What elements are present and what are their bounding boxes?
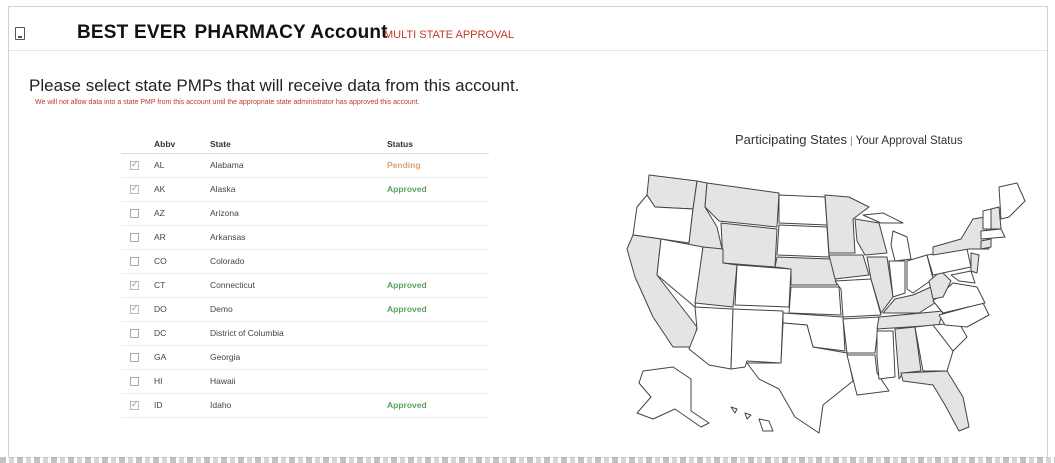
state-nh — [990, 206, 1002, 230]
map-title-sub[interactable]: Your Approval Status — [856, 135, 963, 147]
state-checkbox[interactable] — [130, 399, 139, 410]
state-name: Hawaii — [210, 376, 236, 386]
state-name: Georgia — [210, 352, 241, 362]
state-abbv: AR — [154, 232, 166, 242]
table-body: AL Alabama Pending AK Alaska Approved AZ Arizon… — [121, 154, 489, 418]
state-checkbox[interactable] — [130, 257, 139, 266]
table-row: DC District of Columbia — [121, 322, 489, 346]
state-status: Approved — [387, 184, 427, 194]
state-checkbox[interactable] — [130, 329, 139, 338]
state-checkbox[interactable] — [130, 353, 139, 362]
state-ak — [636, 366, 710, 428]
state-status: Approved — [387, 304, 427, 314]
state-abbv: HI — [154, 376, 163, 386]
map-title-main: Participating States — [735, 132, 848, 147]
state-ma — [980, 228, 1006, 240]
table-row: AR Arkansas — [121, 226, 489, 250]
state-mt — [704, 182, 780, 228]
state-me — [998, 182, 1026, 220]
state-name: Alabama — [210, 160, 244, 170]
state-abbv: CT — [154, 280, 166, 290]
state-checkbox[interactable] — [130, 159, 139, 170]
us-states-map — [626, 174, 1026, 434]
state-name: Idaho — [210, 400, 232, 410]
state-abbv: AL — [154, 160, 165, 170]
table-row: CO Colorado — [121, 250, 489, 274]
col-abbv-header: Abbv — [154, 139, 176, 149]
state-fl — [900, 370, 970, 432]
state-nm — [730, 308, 784, 370]
state-abbv: GA — [154, 352, 167, 362]
state-checkbox[interactable] — [130, 303, 139, 314]
state-wi — [854, 218, 888, 256]
map-title-separator: | — [850, 136, 853, 147]
table-header: Abbv State Status — [121, 133, 489, 154]
table-row: AL Alabama Pending — [121, 154, 489, 178]
map-title: Participating States | Your Approval Statu… — [735, 132, 963, 147]
state-checkbox[interactable] — [130, 183, 139, 194]
state-name: Arizona — [210, 208, 239, 218]
table-row: AZ Arizona — [121, 202, 489, 226]
state-hi — [730, 406, 774, 432]
state-abbv: AZ — [154, 208, 165, 218]
col-status-header: Status — [387, 139, 413, 149]
table-row: AK Alaska Approved — [121, 178, 489, 202]
state-ms — [876, 330, 896, 380]
table-row: ID Idaho Approved — [121, 394, 489, 418]
state-abbv: CO — [154, 256, 167, 266]
state-az — [688, 306, 734, 370]
tablet-icon — [15, 27, 25, 40]
state-abbv: ID — [154, 400, 163, 410]
state-checkbox[interactable] — [130, 233, 139, 242]
title-main: PHARMACY Account — [194, 22, 388, 43]
state-wa — [646, 174, 698, 210]
state-ia — [828, 254, 870, 280]
state-name: Colorado — [210, 256, 245, 266]
state-name: Connecticut — [210, 280, 255, 290]
state-ar — [842, 316, 880, 354]
state-abbv: DC — [154, 328, 167, 338]
state-status: Pending — [387, 160, 421, 170]
table-row: GA Georgia — [121, 346, 489, 370]
state-checkbox[interactable] — [130, 377, 139, 386]
state-name: Demo — [210, 304, 233, 314]
selection-prompt: Please select state PMPs that will recei… — [29, 76, 520, 95]
state-mi — [890, 230, 912, 262]
state-checkbox[interactable] — [130, 209, 139, 218]
state-abbv: DO — [154, 304, 167, 314]
state-sd — [776, 224, 830, 258]
state-table: Abbv State Status AL Alabama Pending AK Alas… — [121, 133, 489, 418]
state-checkbox[interactable] — [130, 279, 139, 290]
approval-note: We will not allow data into a state PMP … — [35, 99, 420, 106]
state-status: Approved — [387, 280, 427, 290]
state-md — [950, 270, 976, 284]
page-header: BEST EVER PHARMACY Account MULTI STATE AP… — [9, 7, 1047, 51]
col-state-header: State — [210, 139, 231, 149]
title-prefix: BEST EVER — [77, 22, 187, 43]
state-name: Arkansas — [210, 232, 246, 242]
state-status: Approved — [387, 400, 427, 410]
state-vt — [982, 208, 992, 230]
page-title: BEST EVER PHARMACY Account — [77, 22, 388, 44]
state-wy — [720, 222, 778, 268]
state-name: Alaska — [210, 184, 236, 194]
header-divider — [9, 50, 1047, 51]
truncated-footer-text — [0, 457, 1055, 463]
state-name: District of Columbia — [210, 328, 284, 338]
page-subtitle: MULTI STATE APPROVAL — [384, 29, 514, 41]
state-ct — [980, 238, 992, 250]
table-row: HI Hawaii — [121, 370, 489, 394]
state-nd — [778, 194, 828, 226]
state-nj — [970, 252, 980, 274]
state-abbv: AK — [154, 184, 166, 194]
state-co — [734, 264, 792, 308]
state-ks — [788, 286, 842, 316]
table-row: DO Demo Approved — [121, 298, 489, 322]
account-panel: BEST EVER PHARMACY Account MULTI STATE AP… — [8, 6, 1048, 458]
table-row: CT Connecticut Approved — [121, 274, 489, 298]
